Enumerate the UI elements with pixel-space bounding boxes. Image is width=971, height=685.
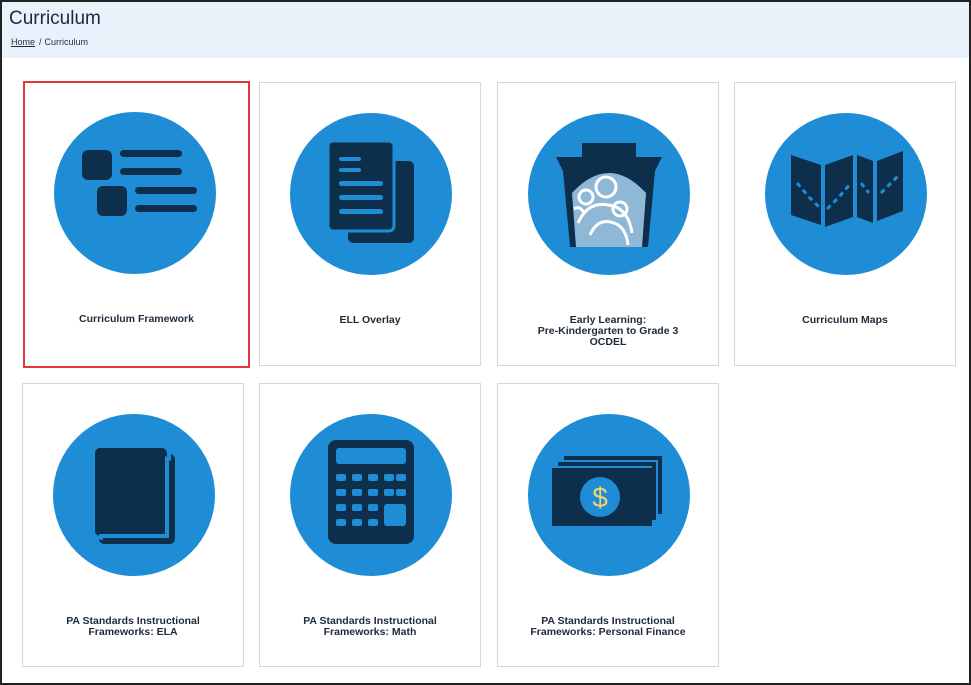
money-icon: $ bbox=[552, 456, 662, 526]
breadcrumb-home-link[interactable]: Home bbox=[11, 37, 35, 47]
card-ell-overlay[interactable]: ELL Overlay bbox=[259, 82, 481, 366]
card-label: Early Learning: Pre-Kindergarten to Grad… bbox=[537, 314, 679, 348]
card-label: PA Standards Instructional Frameworks: M… bbox=[303, 615, 437, 638]
card-label: PA Standards Instructional Frameworks: P… bbox=[530, 615, 686, 638]
card-icon-circle bbox=[54, 112, 216, 274]
card-icon-circle: $ bbox=[528, 414, 690, 576]
card-early-learning[interactable]: Early Learning: Pre-Kindergarten to Grad… bbox=[497, 82, 719, 366]
svg-text:$: $ bbox=[592, 482, 608, 513]
card-label: Curriculum Maps bbox=[802, 314, 888, 326]
page-title: Curriculum bbox=[9, 8, 101, 29]
card-icon-circle bbox=[528, 113, 690, 275]
breadcrumb-separator: / bbox=[39, 37, 42, 47]
calculator-icon bbox=[328, 440, 414, 544]
map-icon bbox=[791, 151, 903, 227]
card-label: PA Standards Instructional Frameworks: E… bbox=[66, 615, 200, 638]
breadcrumb-current: Curriculum bbox=[44, 37, 89, 47]
card-label: Curriculum Framework bbox=[79, 313, 194, 325]
page-frame: Curriculum Home / Curriculum Curriculum Fr… bbox=[0, 0, 971, 685]
card-pa-standards-ela[interactable]: PA Standards Instructional Frameworks: E… bbox=[22, 383, 244, 667]
book-icon bbox=[95, 448, 175, 544]
keystone-family-icon bbox=[556, 143, 662, 247]
documents-icon bbox=[326, 139, 414, 243]
card-pa-standards-math[interactable]: PA Standards Instructional Frameworks: M… bbox=[259, 383, 481, 667]
page-header: Curriculum Home / Curriculum bbox=[2, 2, 969, 58]
card-icon-circle bbox=[290, 113, 452, 275]
curriculum-framework-icon bbox=[82, 150, 197, 216]
card-pa-standards-personal-finance[interactable]: $ PA Standards Instructional Frameworks:… bbox=[497, 383, 719, 667]
card-icon-circle bbox=[765, 113, 927, 275]
card-curriculum-maps[interactable]: Curriculum Maps bbox=[734, 82, 956, 366]
card-label: ELL Overlay bbox=[339, 314, 401, 326]
breadcrumb: Home / Curriculum bbox=[11, 37, 88, 47]
card-curriculum-framework[interactable]: Curriculum Framework bbox=[23, 81, 250, 368]
card-icon-circle bbox=[53, 414, 215, 576]
card-icon-circle bbox=[290, 414, 452, 576]
